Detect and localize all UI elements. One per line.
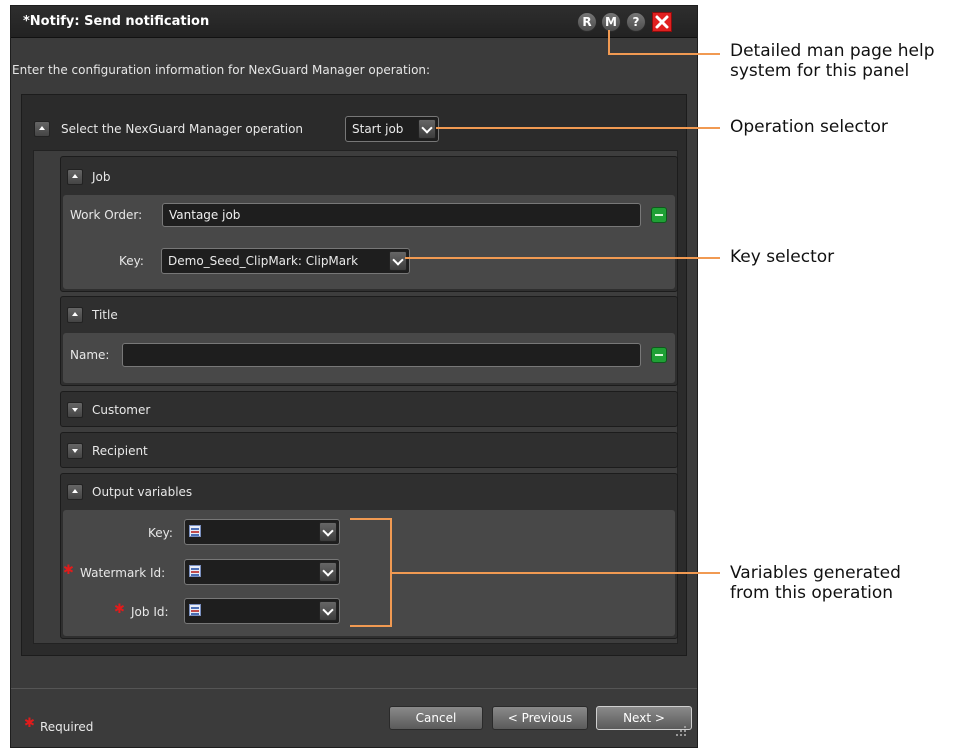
help-callout-line [608, 53, 720, 55]
customer-expand-toggle[interactable] [67, 402, 83, 418]
r-button[interactable]: R [577, 12, 597, 32]
operation-value: Start job [352, 122, 404, 136]
operation-label: Select the NexGuard Manager operation [61, 122, 304, 136]
name-label: Name: [70, 348, 110, 362]
output-section-title: Output variables [92, 485, 193, 499]
chevron-down-icon [418, 119, 436, 139]
work-order-label: Work Order: [70, 208, 143, 222]
job-id-variable-selector[interactable] [184, 598, 340, 624]
key-callout-line [405, 257, 720, 259]
recipient-expand-toggle[interactable] [67, 443, 83, 459]
man-page-help-button[interactable]: M [601, 12, 621, 32]
variable-icon [189, 525, 201, 537]
cancel-button[interactable]: Cancel [389, 706, 483, 730]
key-callout: Key selector [730, 247, 835, 267]
recipient-section[interactable]: Recipient [60, 432, 678, 468]
name-variable-button[interactable] [651, 347, 667, 363]
title-collapse-toggle[interactable] [67, 307, 83, 323]
help-callout: Detailed man page help system for this p… [730, 41, 935, 81]
help-callout-line2: system for this panel [730, 61, 910, 81]
operation-selector[interactable]: Start job [345, 116, 439, 142]
work-order-input[interactable]: Vantage job [162, 203, 641, 227]
required-star-icon: ✱ [24, 716, 35, 731]
customer-section-title: Customer [92, 403, 151, 417]
chevron-down-icon [319, 522, 337, 542]
customer-section[interactable]: Customer [60, 391, 678, 427]
help-callout-line1: Detailed man page help [730, 41, 935, 61]
chevron-down-icon [389, 251, 407, 271]
work-order-variable-button[interactable] [651, 207, 667, 223]
variables-callout: Variables generated from this operation [730, 563, 901, 603]
variable-icon [189, 604, 201, 616]
variables-callout-line2: from this operation [730, 583, 894, 603]
required-star-icon: ✱ [63, 563, 74, 578]
operation-collapse-toggle[interactable] [34, 121, 50, 137]
previous-button[interactable]: < Previous [492, 706, 588, 730]
footer-divider [11, 688, 697, 689]
resize-grip-icon[interactable] [672, 722, 688, 738]
required-star-icon: ✱ [114, 602, 125, 617]
operation-callout-line [436, 127, 720, 129]
key-label: Key: [119, 254, 144, 268]
name-input[interactable] [122, 343, 641, 367]
key-value: Demo_Seed_ClipMark: ClipMark [168, 254, 359, 268]
variable-icon [189, 565, 201, 577]
chevron-down-icon [319, 562, 337, 582]
variables-callout-line1: Variables generated [730, 563, 901, 583]
title-section-title: Title [92, 308, 118, 322]
dialog-title: *Notify: Send notification [23, 14, 210, 29]
job-id-label: Job Id: [131, 605, 169, 619]
output-key-label: Key: [148, 526, 173, 540]
watermark-id-variable-selector[interactable] [184, 559, 340, 585]
close-icon [655, 15, 669, 29]
key-selector[interactable]: Demo_Seed_ClipMark: ClipMark [161, 248, 410, 274]
close-button[interactable] [652, 12, 672, 32]
help-button[interactable]: ? [626, 12, 646, 32]
variables-bracket [350, 518, 392, 520]
job-section-title: Job [92, 170, 111, 184]
chevron-down-icon [319, 601, 337, 621]
output-key-variable-selector[interactable] [184, 519, 340, 545]
operation-callout: Operation selector [730, 117, 888, 137]
title-bar: *Notify: Send notification R M ? [11, 6, 697, 38]
watermark-id-label: Watermark Id: [80, 566, 166, 580]
help-callout-line [608, 30, 610, 54]
output-collapse-toggle[interactable] [67, 484, 83, 500]
required-note: Required [40, 720, 94, 734]
variables-bracket [350, 625, 392, 627]
recipient-section-title: Recipient [92, 444, 148, 458]
job-collapse-toggle[interactable] [67, 169, 83, 185]
intro-text: Enter the configuration information for … [12, 63, 431, 77]
title-section: Title [60, 296, 678, 386]
work-order-value: Vantage job [169, 208, 241, 222]
variables-callout-line [390, 572, 720, 574]
